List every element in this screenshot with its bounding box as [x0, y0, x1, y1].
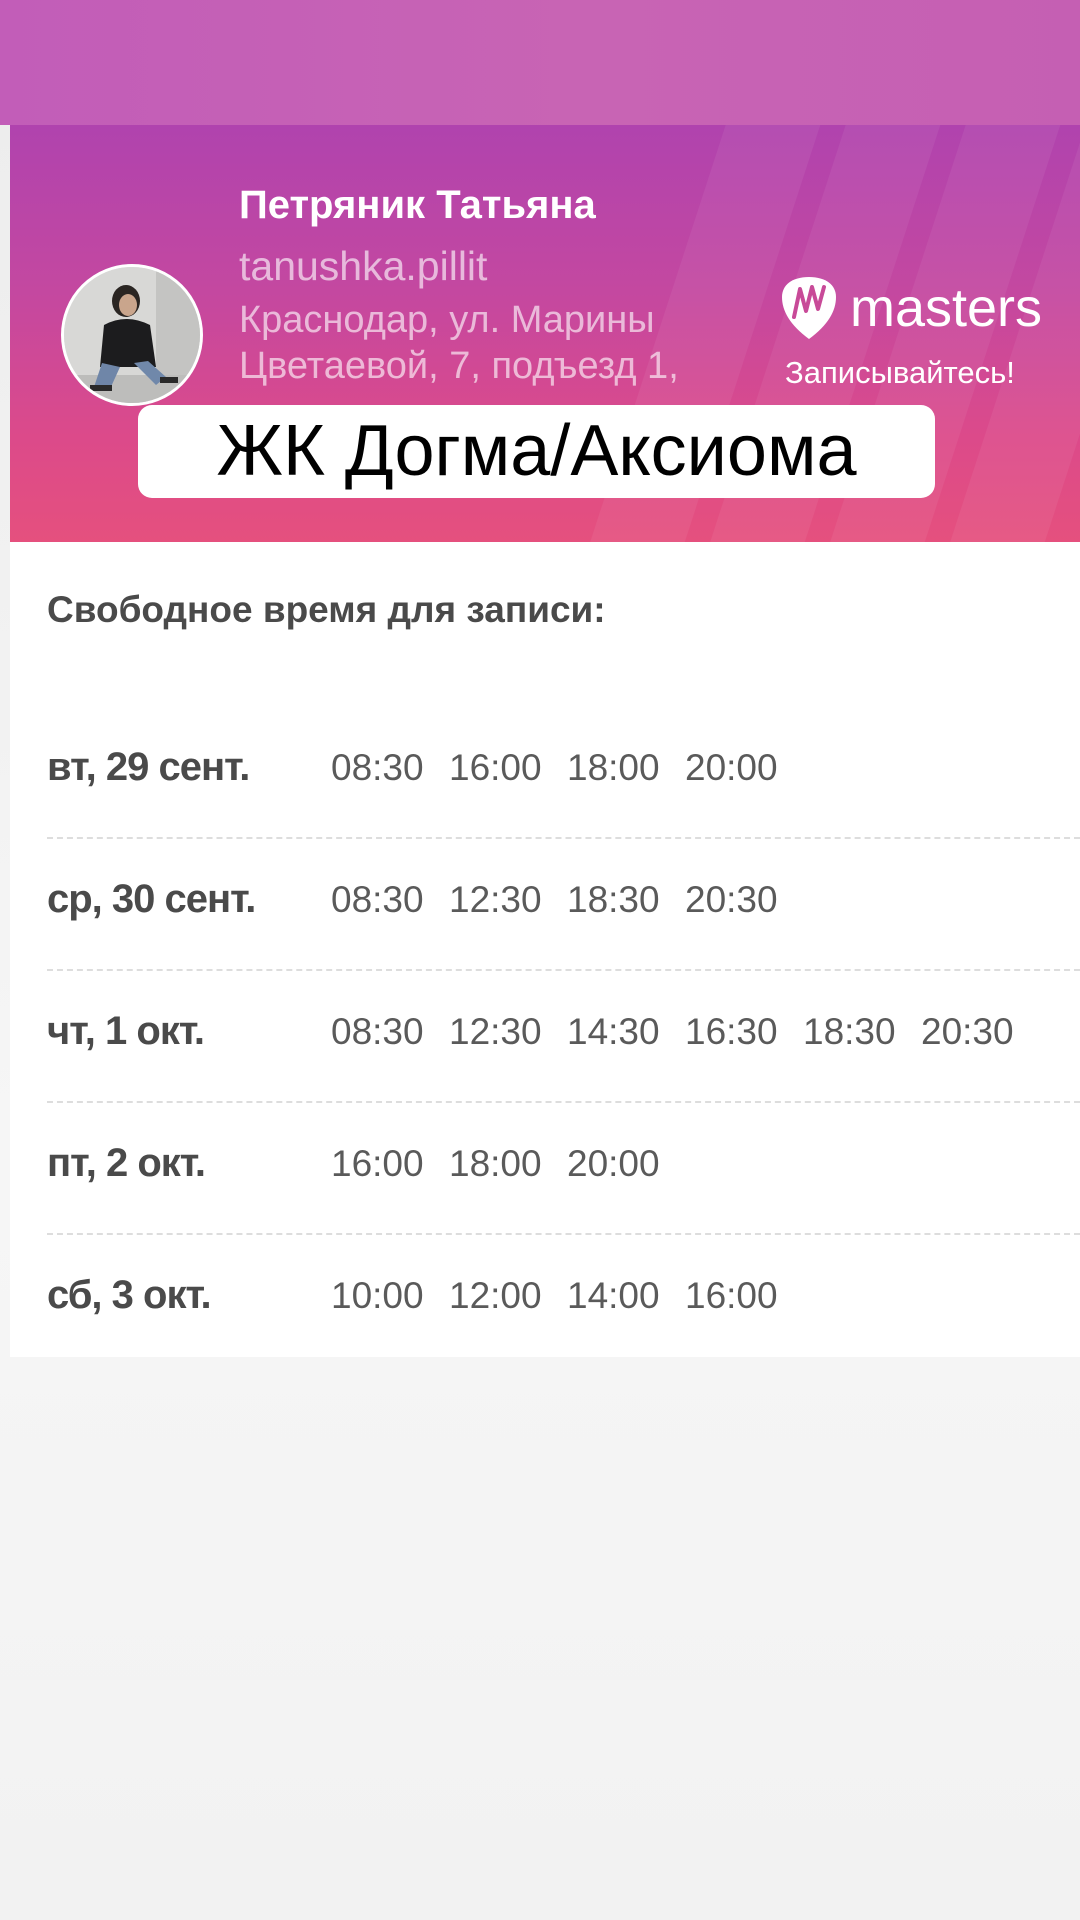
masters-logo-icon [782, 277, 836, 339]
time-slot[interactable]: 12:30 [449, 1011, 543, 1053]
time-slot[interactable]: 16:30 [685, 1011, 779, 1053]
masters-logo-text: masters [850, 278, 1043, 338]
avatar[interactable] [61, 264, 203, 406]
schedule-list: вт, 29 сент. 08:30 16:00 18:00 20:00 ср, 30 с… [47, 707, 1080, 1357]
time-slots: 08:30 12:30 14:30 16:30 18:30 20:30 [331, 1011, 1015, 1053]
time-slot[interactable]: 10:00 [331, 1275, 425, 1317]
day-label: чт, 1 окт. [47, 1009, 205, 1053]
time-slot[interactable]: 20:30 [921, 1011, 1015, 1053]
day-row: пт, 2 окт. 16:00 18:00 20:00 [47, 1103, 1080, 1235]
time-slots: 08:30 12:30 18:30 20:30 [331, 879, 779, 921]
residential-complex-label: ЖК Догма/Аксиома [138, 405, 935, 498]
day-label: пт, 2 окт. [47, 1141, 206, 1185]
master-address: Краснодар, ул. Марины Цветаевой, 7, подъ… [239, 299, 679, 387]
day-row: вт, 29 сент. 08:30 16:00 18:00 20:00 [47, 707, 1080, 839]
day-label: сб, 3 окт. [47, 1273, 212, 1317]
time-slot[interactable]: 20:00 [685, 747, 779, 789]
time-slot[interactable]: 18:30 [803, 1011, 897, 1053]
time-slot[interactable]: 16:00 [685, 1275, 779, 1317]
time-slot[interactable]: 08:30 [331, 747, 425, 789]
day-label: ср, 30 сент. [47, 877, 256, 921]
top-background-strip [0, 0, 1080, 125]
time-slot[interactable]: 14:00 [567, 1275, 661, 1317]
time-slots: 16:00 18:00 20:00 [331, 1143, 661, 1185]
time-slot[interactable]: 16:00 [331, 1143, 425, 1185]
time-slots: 10:00 12:00 14:00 16:00 [331, 1275, 779, 1317]
time-slot[interactable]: 20:00 [567, 1143, 661, 1185]
day-row: ср, 30 сент. 08:30 12:30 18:30 20:30 [47, 839, 1080, 971]
time-slot[interactable]: 18:30 [567, 879, 661, 921]
avatar-photo [64, 267, 200, 403]
time-slot[interactable]: 18:00 [449, 1143, 543, 1185]
time-slots: 08:30 16:00 18:00 20:00 [331, 747, 779, 789]
masters-logo[interactable]: masters Записывайтесь! [780, 275, 1060, 395]
master-handle[interactable]: tanushka.pillit [239, 243, 487, 290]
time-slot[interactable]: 16:00 [449, 747, 543, 789]
time-slot[interactable]: 20:30 [685, 879, 779, 921]
day-row: сб, 3 окт. 10:00 12:00 14:00 16:00 [47, 1235, 1080, 1357]
profile-header: Петряник Татьяна tanushka.pillit Краснод… [10, 125, 1080, 542]
time-slot[interactable]: 08:30 [331, 879, 425, 921]
signup-cta[interactable]: Записывайтесь! [785, 355, 1015, 391]
day-label: вт, 29 сент. [47, 745, 250, 789]
schedule-card: Петряник Татьяна tanushka.pillit Краснод… [10, 125, 1080, 1357]
time-slot[interactable]: 18:00 [567, 747, 661, 789]
time-slot[interactable]: 12:30 [449, 879, 543, 921]
time-slot[interactable]: 14:30 [567, 1011, 661, 1053]
time-slot[interactable]: 08:30 [331, 1011, 425, 1053]
day-row: чт, 1 окт. 08:30 12:30 14:30 16:30 18:30 20:30 [47, 971, 1080, 1103]
free-time-title: Свободное время для записи: [47, 589, 606, 630]
time-slot[interactable]: 12:00 [449, 1275, 543, 1317]
master-name: Петряник Татьяна [239, 183, 596, 227]
